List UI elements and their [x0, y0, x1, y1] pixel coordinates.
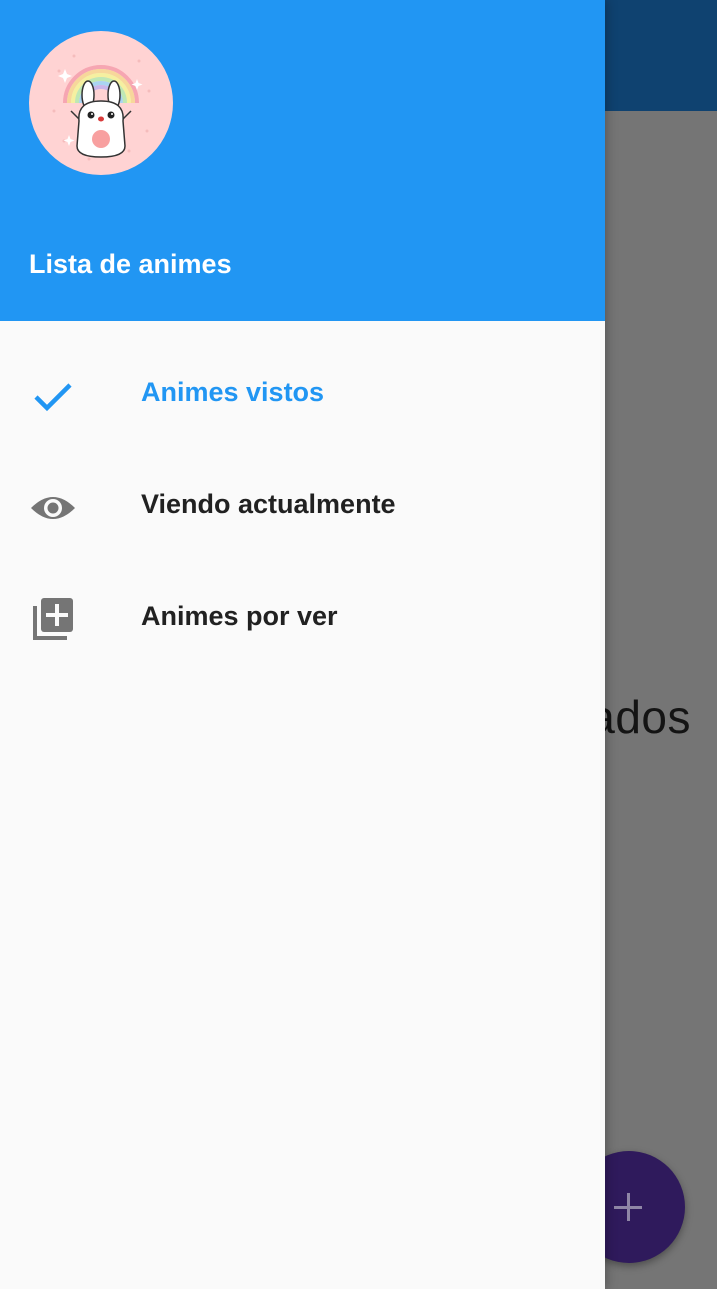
screen: ados Lista de animes Animes vistos Viend…: [0, 0, 717, 1289]
drawer-title: Lista de animes: [29, 249, 232, 279]
eye-icon: [29, 484, 77, 532]
navigation-drawer: Lista de animes Animes vistos Viendo act…: [0, 0, 605, 1289]
drawer-nav-list: Animes vistos Viendo actualmente Animes …: [0, 337, 605, 673]
nav-item-label: Viendo actualmente: [141, 489, 396, 519]
nav-item-label: Animes vistos: [141, 377, 325, 407]
nav-item-animes-por-ver[interactable]: Animes por ver: [0, 561, 605, 673]
nav-item-viendo-actualmente[interactable]: Viendo actualmente: [0, 449, 605, 561]
drawer-header: Lista de animes: [0, 0, 605, 321]
check-icon: [29, 372, 77, 420]
nav-item-label: Animes por ver: [141, 601, 338, 631]
nav-item-animes-vistos[interactable]: Animes vistos: [0, 337, 605, 449]
avatar: [29, 31, 173, 175]
bunny-rainbow-avatar-icon: [52, 54, 151, 161]
library-add-icon: [29, 596, 77, 644]
